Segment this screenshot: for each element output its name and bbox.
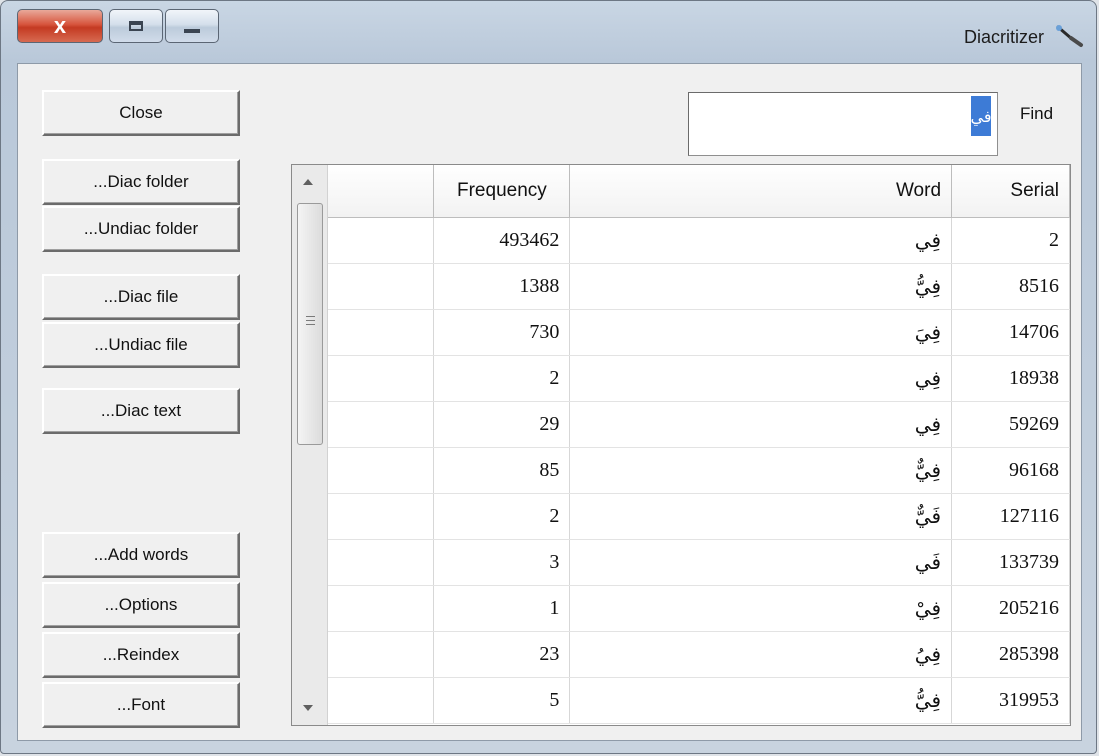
cell-word: فِيُّ [569,263,953,310]
diac-file-button[interactable]: ...Diac file [42,274,240,320]
client-area: Close ...Diac folder ...Undiac folder ..… [17,63,1082,741]
table-row[interactable]: 23 فِيُ 285398 [328,631,1070,678]
cell-blank [328,447,435,494]
cell-frequency: 493462 [433,217,571,264]
cell-frequency: 5 [433,677,571,724]
cell-serial: 285398 [951,631,1070,678]
cell-blank [328,539,435,586]
find-input[interactable]: في [688,92,998,156]
diac-folder-button[interactable]: ...Diac folder [42,159,240,205]
minimize-icon [184,29,200,33]
cell-blank [328,355,435,402]
window-title: Diacritizer [963,27,1044,47]
cell-blank [328,401,435,448]
table-header-row: Frequency Word Serial [328,165,1070,218]
cell-blank [328,217,435,264]
cell-frequency: 1388 [433,263,571,310]
cell-blank [328,493,435,540]
column-header-word[interactable]: Word [569,165,953,218]
table-row[interactable]: 2 فِي 18938 [328,355,1070,402]
window-close-button[interactable]: x [17,9,103,43]
cell-word: فِيُ [569,631,953,678]
cell-blank [328,263,435,310]
undiac-folder-button[interactable]: ...Undiac folder [42,206,240,252]
cell-serial: 319953 [951,677,1070,724]
cell-word: فِيَ [569,309,953,356]
title-bar: x Diacritizer [1,1,1096,61]
table-row[interactable]: 1388 فِيُّ 8516 [328,263,1070,310]
scroll-thumb[interactable] [297,203,323,445]
table-row[interactable]: 29 فِي 59269 [328,401,1070,448]
cell-frequency: 85 [433,447,571,494]
cell-word: فِيُّ [569,677,953,724]
cell-word: فِي [569,355,953,402]
word-table: Frequency Word Serial 493462 فِي 2 1388 [291,164,1071,726]
options-button[interactable]: ...Options [42,582,240,628]
column-header-frequency[interactable]: Frequency [433,165,571,218]
table-row[interactable]: 1 فِيْ 205216 [328,585,1070,632]
window-maximize-button[interactable] [109,9,163,43]
diac-text-button[interactable]: ...Diac text [42,388,240,434]
cell-frequency: 730 [433,309,571,356]
cell-serial: 14706 [951,309,1070,356]
app-icon [1056,25,1083,47]
cell-blank [328,585,435,632]
cell-word: فَي [569,539,953,586]
cell-serial: 205216 [951,585,1070,632]
table-row[interactable]: 3 فَي 133739 [328,539,1070,586]
table-row[interactable]: 5 فِيُّ 319953 [328,677,1070,724]
cell-serial: 8516 [951,263,1070,310]
column-header-serial[interactable]: Serial [951,165,1070,218]
cell-serial: 2 [951,217,1070,264]
close-button[interactable]: Close [42,90,240,136]
cell-word: فِي [569,401,953,448]
window-minimize-button[interactable] [165,9,219,43]
close-icon: x [53,13,67,38]
cell-frequency: 2 [433,355,571,402]
cell-frequency: 29 [433,401,571,448]
cell-frequency: 3 [433,539,571,586]
scroll-up-icon[interactable] [303,179,313,185]
cell-frequency: 23 [433,631,571,678]
font-button[interactable]: ...Font [42,682,240,728]
main-window: x Diacritizer Close ...Diac folder ...Un… [0,0,1097,754]
column-header-blank[interactable] [328,165,435,218]
undiac-file-button[interactable]: ...Undiac file [42,322,240,368]
cell-serial: 133739 [951,539,1070,586]
table-row[interactable]: 493462 فِي 2 [328,217,1070,264]
add-words-button[interactable]: ...Add words [42,532,240,578]
vertical-scrollbar[interactable] [292,165,328,725]
cell-word: فِي [569,217,953,264]
table-row[interactable]: 85 فِيٌّ 96168 [328,447,1070,494]
cell-frequency: 2 [433,493,571,540]
cell-word: فَيٌّ [569,493,953,540]
reindex-button[interactable]: ...Reindex [42,632,240,678]
find-input-value: في [971,96,992,136]
cell-serial: 59269 [951,401,1070,448]
cell-serial: 18938 [951,355,1070,402]
cell-blank [328,631,435,678]
cell-blank [328,677,435,724]
table-row[interactable]: 730 فِيَ 14706 [328,309,1070,356]
maximize-icon [129,21,143,31]
cell-word: فِيٌّ [569,447,953,494]
cell-serial: 96168 [951,447,1070,494]
data-table: Frequency Word Serial 493462 فِي 2 1388 [328,165,1070,724]
cell-frequency: 1 [433,585,571,632]
cell-word: فِيْ [569,585,953,632]
cell-serial: 127116 [951,493,1070,540]
find-label: Find [1020,104,1054,123]
table-row[interactable]: 2 فَيٌّ 127116 [328,493,1070,540]
scroll-down-icon[interactable] [303,705,313,711]
cell-blank [328,309,435,356]
